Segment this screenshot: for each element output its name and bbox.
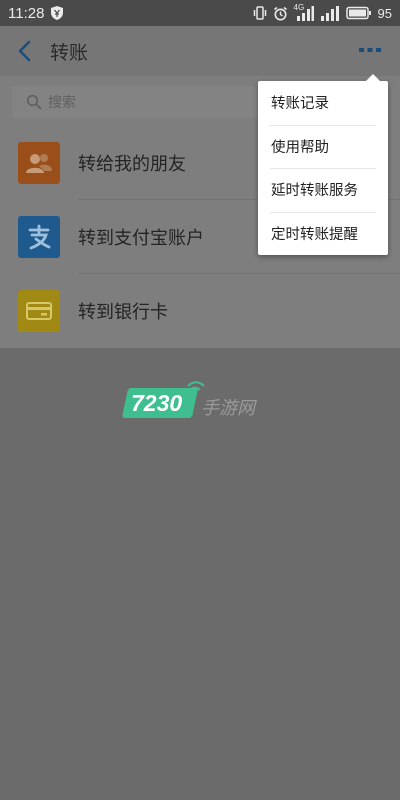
shield-icon	[51, 6, 64, 20]
menu-item-transfer-records[interactable]: 转账记录	[258, 81, 388, 125]
more-options-icon[interactable]	[358, 46, 382, 54]
search-placeholder: 搜索	[48, 95, 76, 111]
battery-level: 95	[377, 5, 392, 21]
watermark-logo: 7230 手游网	[121, 380, 265, 424]
search-icon	[26, 94, 42, 110]
list-item-bank-card[interactable]: 转到银行卡	[0, 274, 400, 348]
menu-item-delayed-transfer[interactable]: 延时转账服务	[258, 168, 388, 212]
status-bar: 11:28 4G 95	[0, 0, 400, 26]
list-item-label: 转到银行卡	[78, 302, 168, 323]
status-time: 11:28	[8, 4, 45, 22]
wifi-icon	[187, 381, 205, 391]
watermark-text: 手游网	[201, 398, 255, 419]
list-item-label: 转到支付宝账户	[78, 228, 204, 249]
status-icons: 4G 95	[253, 3, 392, 21]
bank-card-icon	[18, 290, 60, 332]
signal-4g-icon: 4G	[294, 3, 314, 21]
page-title: 转账	[50, 41, 89, 64]
contacts-icon	[18, 142, 60, 184]
overflow-menu: 转账记录 使用帮助 延时转账服务 定时转账提醒	[258, 74, 388, 256]
alipay-icon	[18, 216, 60, 258]
vibrate-icon	[253, 6, 266, 20]
menu-item-scheduled-reminder[interactable]: 定时转账提醒	[258, 211, 388, 256]
battery-icon	[345, 6, 371, 20]
menu-arrow	[366, 74, 380, 81]
alarm-icon	[273, 6, 287, 20]
signal-icon	[320, 6, 339, 21]
list-item-label: 转给我的朋友	[78, 154, 186, 175]
watermark-number: 7230	[131, 390, 183, 416]
back-arrow-icon[interactable]	[16, 40, 34, 62]
menu-item-help[interactable]: 使用帮助	[258, 124, 388, 169]
title-bar: 转账	[0, 26, 400, 76]
